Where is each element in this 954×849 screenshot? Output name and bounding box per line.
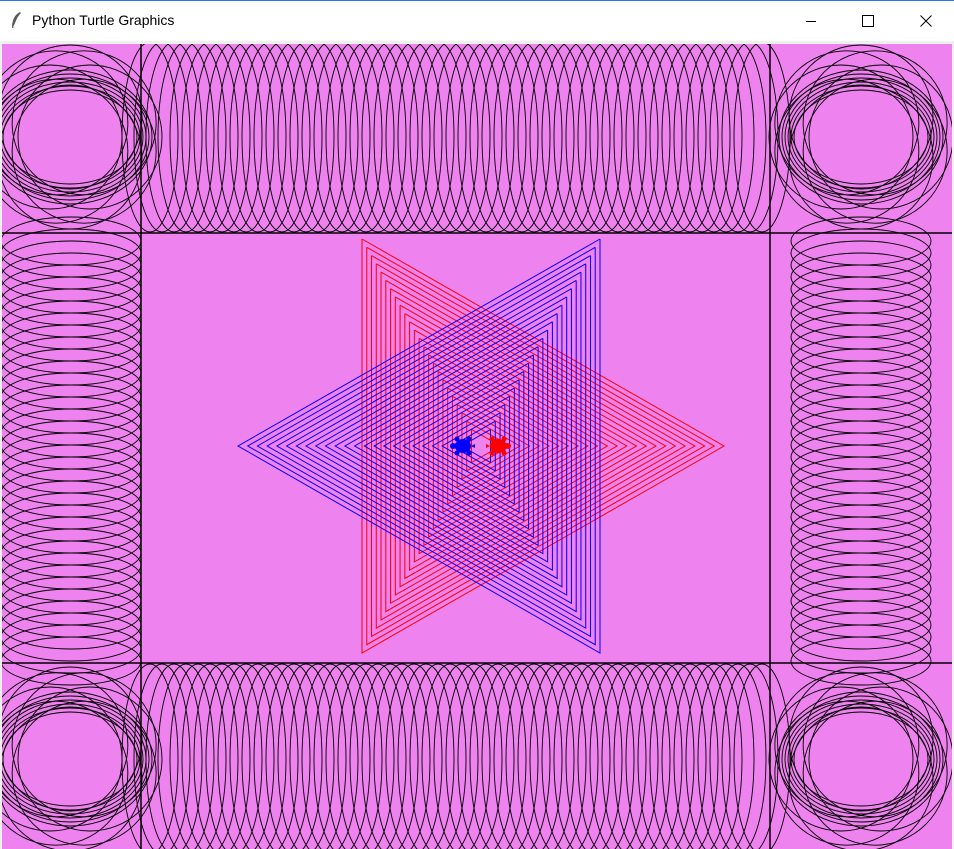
feather-icon [11, 12, 21, 31]
close-button[interactable] [903, 1, 949, 41]
turtle-canvas[interactable] [0, 41, 954, 849]
minimize-button[interactable] [788, 1, 834, 41]
maximize-button[interactable] [845, 1, 891, 41]
maximize-icon [862, 15, 874, 27]
window-title: Python Turtle Graphics [32, 12, 175, 28]
minimize-icon [806, 21, 816, 22]
close-icon [920, 15, 932, 27]
title-bar: Python Turtle Graphics [0, 0, 954, 41]
turtle-canvas-frame [0, 41, 954, 849]
